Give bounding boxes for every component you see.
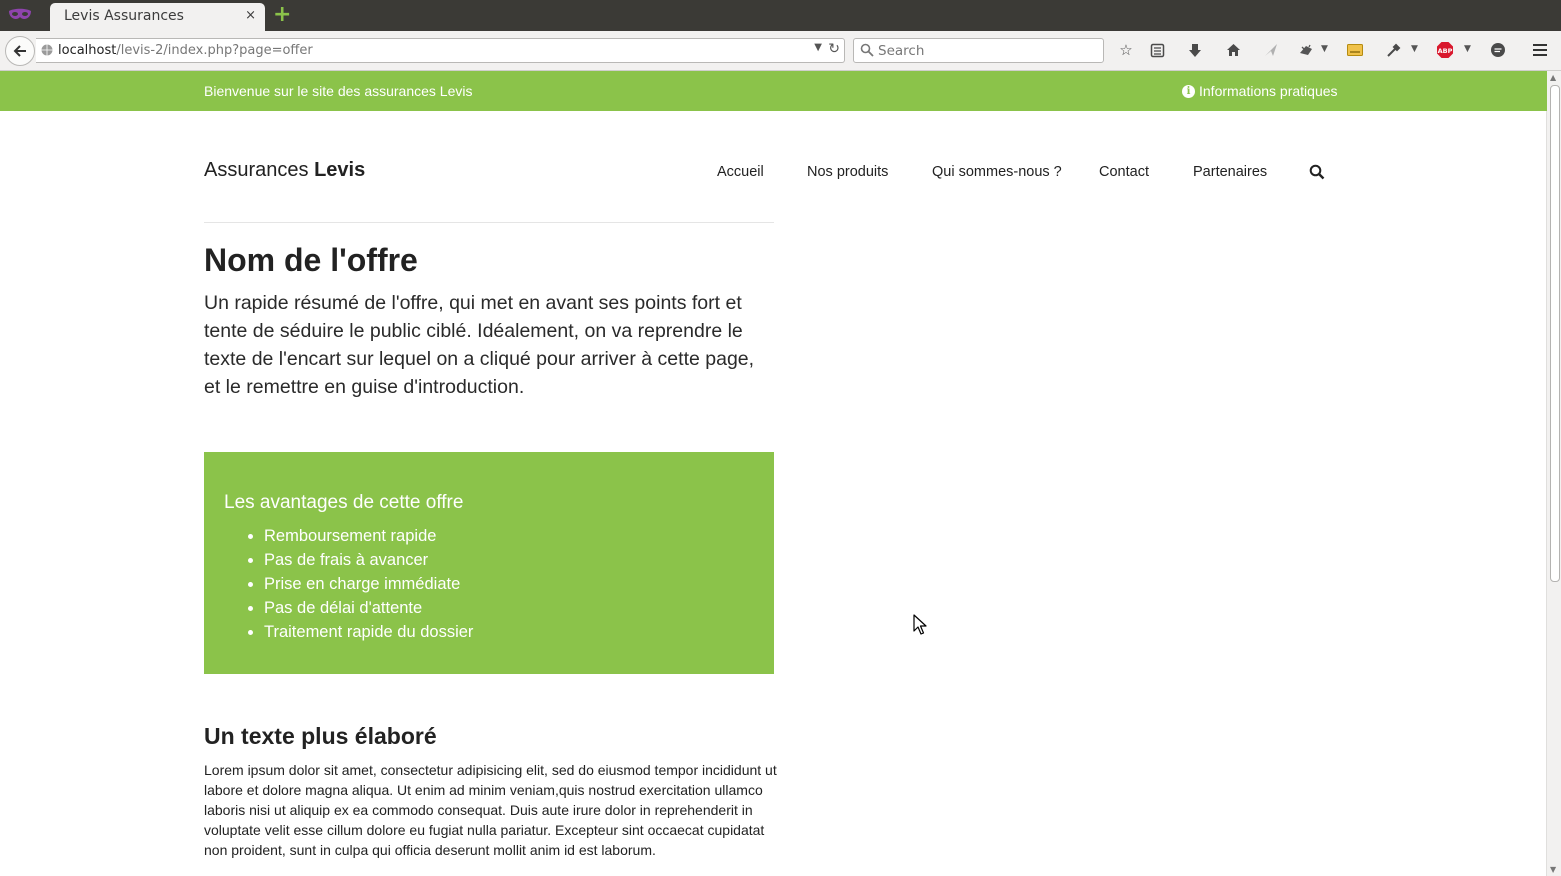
private-browsing-mask-icon [9, 8, 31, 19]
url-text: localhost/levis-2/index.php?page=offer [58, 43, 313, 58]
benefit-item: Prise en charge immédiate [264, 572, 473, 596]
search-icon [860, 43, 874, 57]
extension-dropdown-icon[interactable]: ▼ [1321, 44, 1328, 54]
benefits-title: Les avantages de cette offre [224, 492, 464, 513]
chat-icon[interactable] [1488, 40, 1508, 60]
benefit-item: Remboursement rapide [264, 524, 473, 548]
rss-icon[interactable] [1345, 40, 1365, 60]
browser-nav-bar: localhost/levis-2/index.php?page=offer ▼… [0, 31, 1561, 71]
url-history-dropdown-icon[interactable]: ▼ [814, 42, 822, 53]
site-top-bar: Bienvenue sur le site des assurances Lev… [0, 71, 1547, 111]
site-search-icon[interactable] [1309, 164, 1325, 180]
search-placeholder: Search [878, 43, 925, 59]
new-tab-icon[interactable]: + [273, 4, 291, 26]
tab-title: Levis Assurances [64, 8, 184, 24]
site-brand[interactable]: Assurances Levis [204, 159, 365, 182]
benefit-item: Pas de délai d'attente [264, 596, 473, 620]
search-bar[interactable]: Search [853, 38, 1104, 63]
reload-icon[interactable]: ↻ [828, 41, 840, 57]
download-icon[interactable] [1185, 40, 1205, 60]
back-arrow-icon [13, 45, 26, 57]
scroll-down-icon[interactable]: ▼ [1550, 865, 1556, 874]
eyedropper-icon[interactable] [1383, 40, 1403, 60]
home-icon[interactable] [1223, 40, 1243, 60]
benefit-item: Pas de frais à avancer [264, 548, 473, 572]
offer-title: Nom de l'offre [204, 242, 418, 278]
practical-info-link[interactable]: i Informations pratiques [1182, 83, 1338, 99]
section-title: Un texte plus élaboré [204, 723, 437, 749]
adblock-icon[interactable]: ABP [1435, 40, 1455, 60]
back-button[interactable] [5, 36, 35, 66]
scroll-up-icon[interactable]: ▲ [1550, 73, 1556, 82]
eyedropper-dropdown-icon[interactable]: ▼ [1411, 44, 1418, 54]
page-scrollbar[interactable]: ▲ ▼ [1546, 71, 1561, 876]
brand-prefix: Assurances [204, 159, 309, 181]
url-host: localhost [58, 43, 117, 58]
body-text: Lorem ipsum dolor sit amet, consectetur … [204, 762, 777, 858]
menu-icon[interactable] [1530, 40, 1550, 60]
practical-info-label: Informations pratiques [1199, 83, 1338, 99]
extension-icon[interactable] [1296, 40, 1316, 60]
url-bar[interactable]: localhost/levis-2/index.php?page=offer ▼… [36, 38, 845, 63]
benefits-box: Les avantages de cette offre Rembourseme… [204, 452, 774, 674]
nav-contact[interactable]: Contact [1099, 164, 1149, 180]
nav-accueil[interactable]: Accueil [717, 164, 764, 180]
welcome-text: Bienvenue sur le site des assurances Lev… [204, 83, 473, 99]
adblock-label: ABP [1438, 47, 1453, 55]
browser-tab-bar: Levis Assurances × + [0, 0, 1561, 31]
url-path: /levis-2/index.php?page=offer [116, 43, 313, 58]
bookmark-star-icon[interactable]: ☆ [1116, 40, 1136, 60]
globe-icon [41, 44, 53, 56]
brand-name: Levis [314, 159, 366, 181]
browser-tab[interactable]: Levis Assurances × [50, 3, 265, 31]
adblock-dropdown-icon[interactable]: ▼ [1464, 44, 1471, 54]
reading-list-icon[interactable] [1147, 40, 1167, 60]
scroll-thumb[interactable] [1550, 85, 1560, 582]
mouse-cursor-icon [913, 614, 927, 635]
benefit-item: Traitement rapide du dossier [264, 620, 473, 644]
benefits-list: Remboursement rapide Pas de frais à avan… [224, 524, 473, 644]
nav-qui-sommes-nous[interactable]: Qui sommes-nous ? [932, 164, 1062, 180]
content-divider [204, 222, 774, 223]
tab-close-icon[interactable]: × [245, 8, 256, 23]
nav-partenaires[interactable]: Partenaires [1193, 164, 1267, 180]
info-icon: i [1182, 84, 1195, 98]
offer-summary: Un rapide résumé de l'offre, qui met en … [204, 292, 755, 398]
send-icon[interactable] [1261, 40, 1281, 60]
nav-nos-produits[interactable]: Nos produits [807, 164, 888, 180]
